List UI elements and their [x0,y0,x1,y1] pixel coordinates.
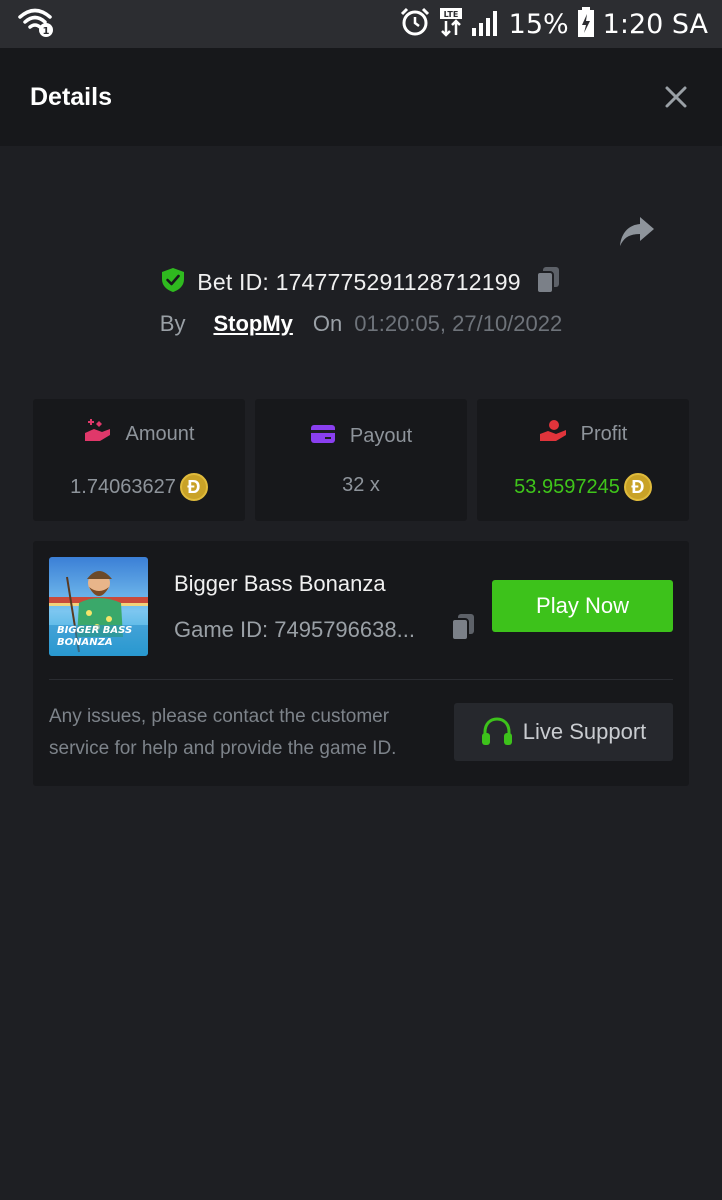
card-icon [310,424,350,450]
divider [49,679,673,680]
copy-icon [535,266,559,294]
game-id-row: Game ID: 7495796638... [174,613,476,646]
svg-text:BIGGER BASS: BIGGER BASS [57,625,132,636]
game-name: Bigger Bass Bonanza [174,571,386,596]
shield-check-icon [161,267,185,298]
by-label: By [159,311,186,336]
copy-icon [451,614,474,641]
headset-icon [481,717,512,745]
copy-game-id-button[interactable] [450,613,476,646]
details-header: Details [0,48,722,146]
stat-amount: Amount 1.74063627 Ð [33,399,245,521]
profit-label: Profit [580,422,628,445]
user-link[interactable]: StopMy [213,311,292,337]
signal-icon [471,8,501,41]
game-thumbnail[interactable]: BIGGER BASS BONANZA [49,557,148,656]
doge-coin-icon: Ð [179,473,208,501]
game-panel: BIGGER BASS BONANZA Bigger Bass Bonanza … [33,541,689,786]
on-label: On [312,311,343,336]
game-id: Game ID: 7495796638... [174,616,415,642]
svg-text:LTE: LTE [443,10,458,19]
copy-bet-id-button[interactable] [535,266,561,299]
fisherman-illustration: BIGGER BASS BONANZA [49,557,148,656]
live-support-button[interactable]: Live Support [454,703,673,761]
stat-payout: Payout 32 x [255,399,467,521]
svg-text:1: 1 [43,26,50,37]
payout-value: 32 x [342,473,380,496]
bet-date: 01:20:05, 27/10/2022 [354,311,563,336]
hand-profit-icon [539,419,581,449]
clock: 1:20 SA [602,8,708,40]
close-icon [665,86,687,108]
bet-stats: Amount 1.74063627 Ð Payout 32 x Profit 5… [33,399,689,521]
bet-meta-row: By StopMy On 01:20:05, 27/10/2022 [0,306,722,342]
share-button[interactable] [618,214,656,250]
profit-value: 53.9597245 [514,475,620,498]
wifi-icon: 1 [18,7,56,42]
status-bar: 1 LTE 15% 1:20 SA [0,0,722,48]
bet-id: Bet ID: 1747775291128712199 [197,268,521,295]
doge-coin-icon: Ð [623,473,652,501]
play-now-button[interactable]: Play Now [492,580,673,632]
page-title: Details [30,82,112,111]
close-button[interactable] [660,81,692,113]
stat-profit: Profit 53.9597245 Ð [477,399,689,521]
battery-charging-icon [577,6,595,43]
share-icon [620,217,654,246]
lte-icon: LTE [439,7,463,42]
support-note: Any issues, please contact the customer … [49,706,397,759]
hand-bet-icon [84,419,126,449]
amount-value: 1.74063627 [70,475,176,498]
bet-id-row: Bet ID: 1747775291128712199 [0,262,722,302]
svg-text:BONANZA: BONANZA [57,637,113,648]
alarm-icon [399,6,431,43]
amount-label: Amount [125,422,195,445]
battery-percent: 15% [508,8,569,40]
live-support-label: Live Support [522,719,647,744]
payout-label: Payout [349,425,413,447]
